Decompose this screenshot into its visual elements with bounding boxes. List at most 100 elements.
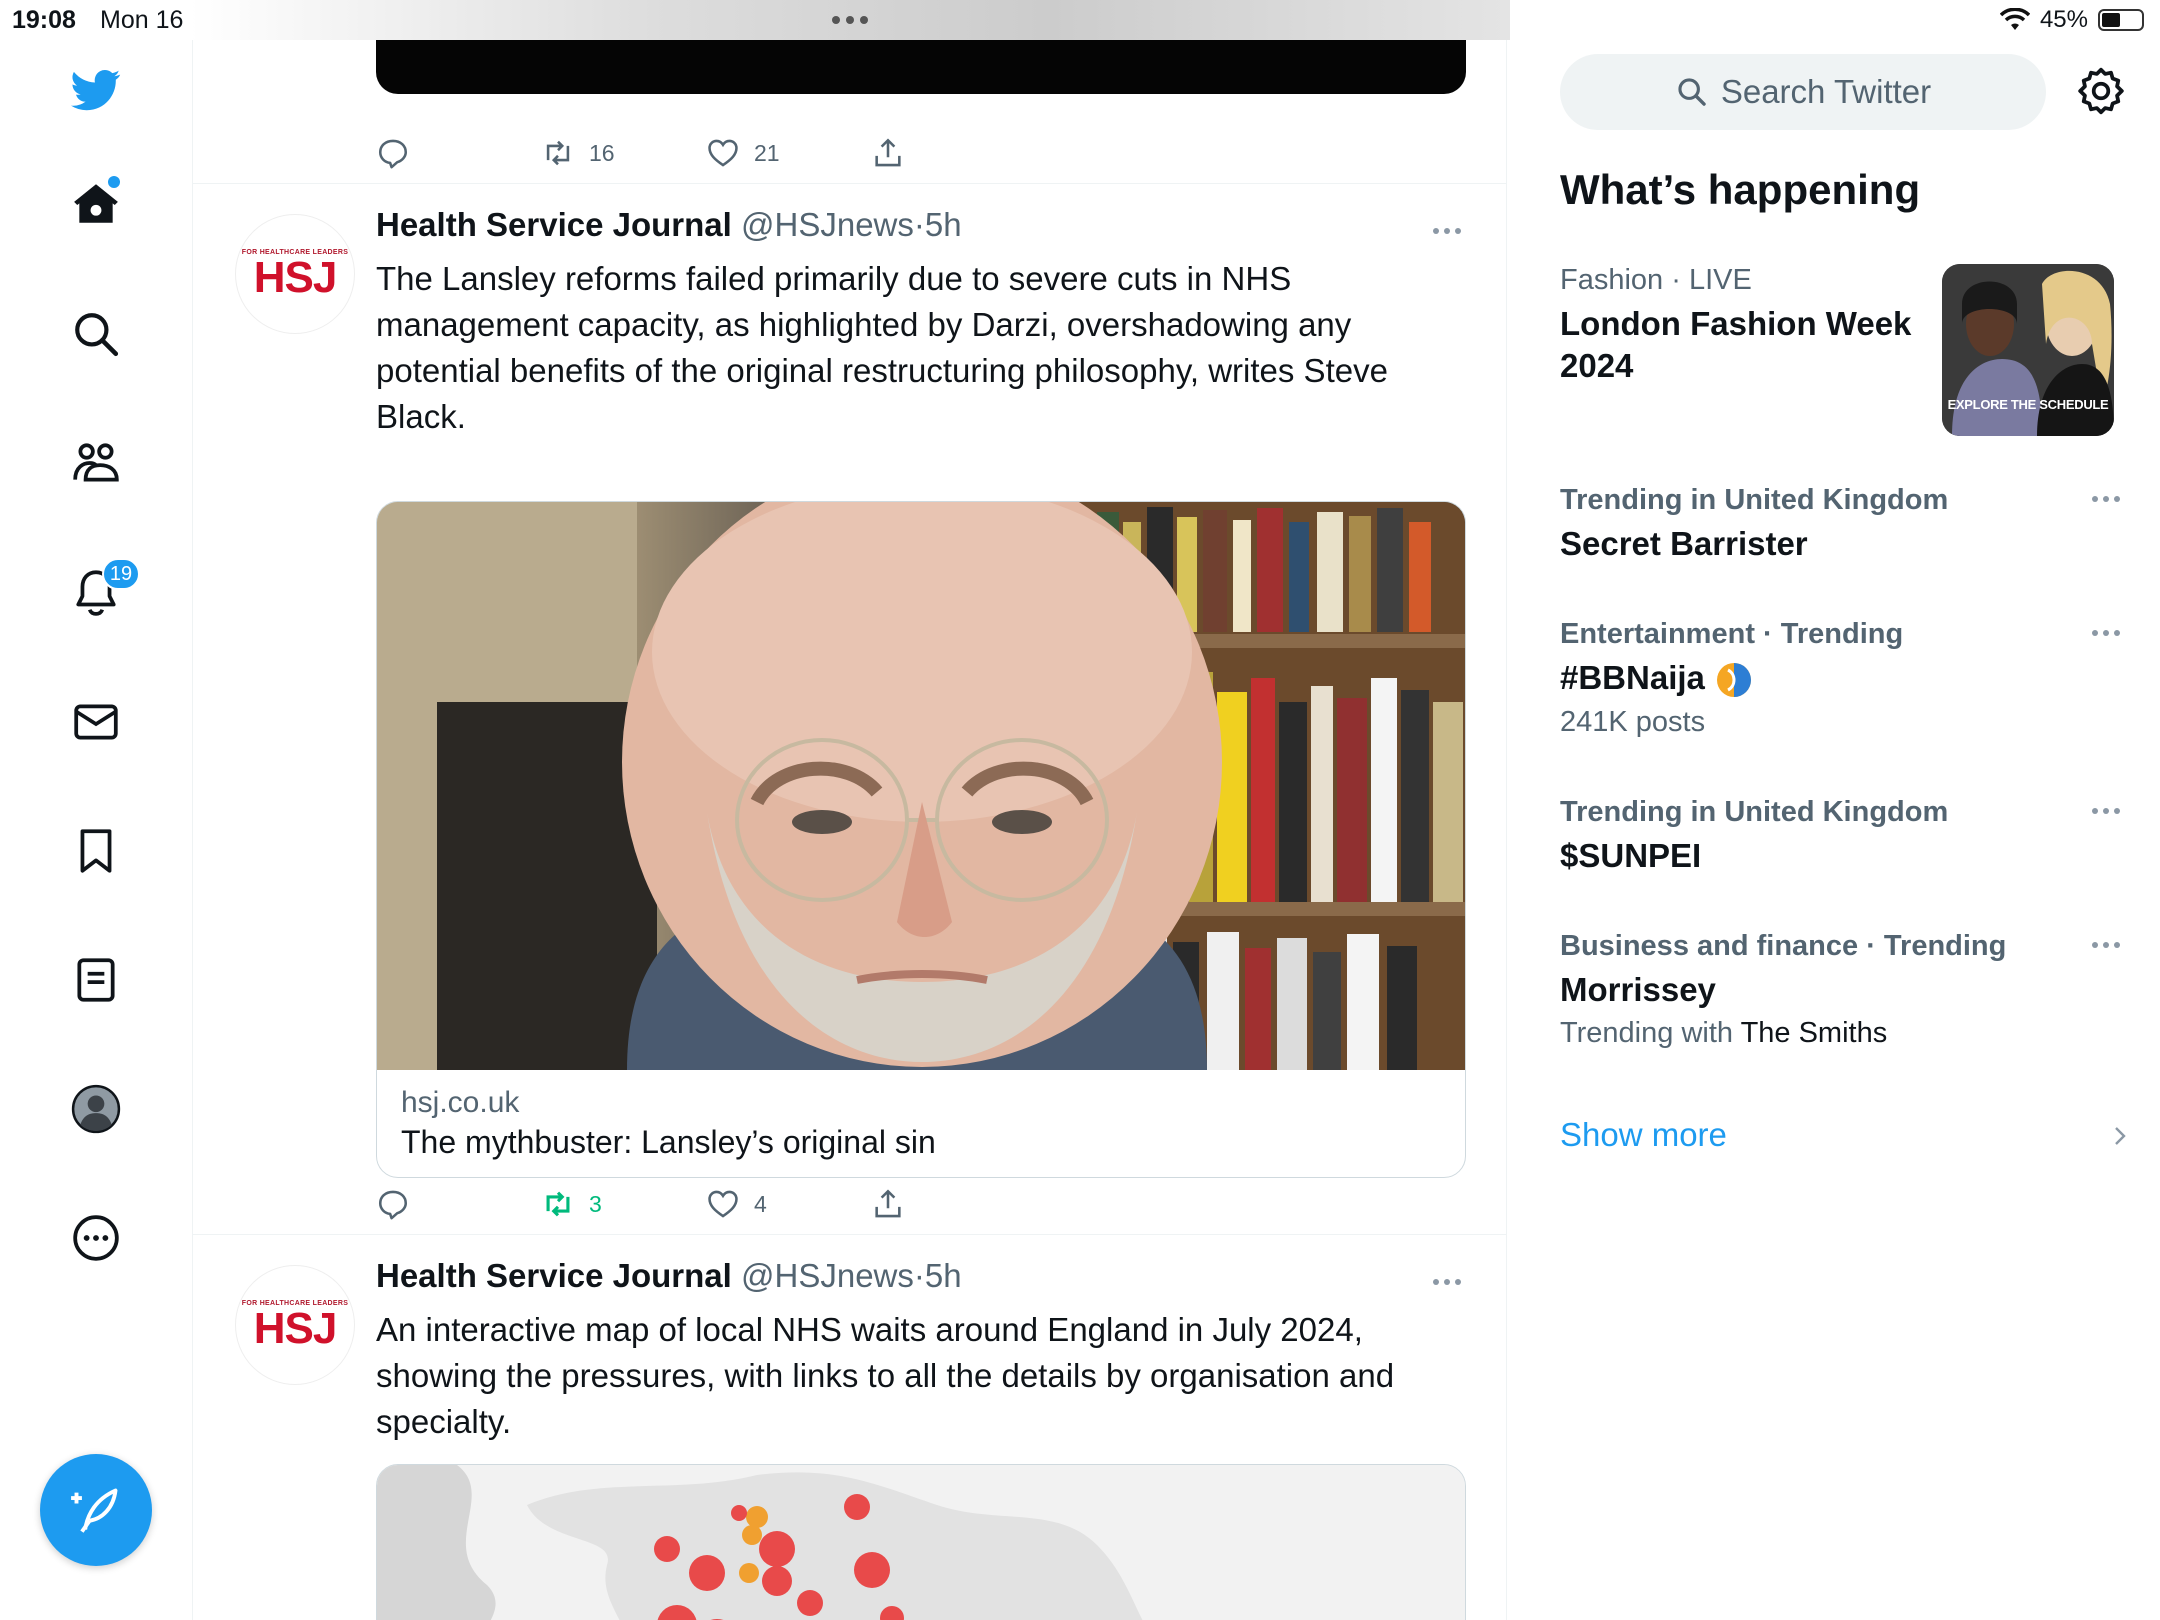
link-card-domain: hsj.co.uk	[401, 1086, 520, 1119]
trend-item[interactable]: Trending in United Kingdom $SUNPEI	[1560, 796, 2120, 877]
trend-name: Secret Barrister	[1560, 525, 1808, 562]
trend-post-count: 241K posts	[1560, 706, 1706, 739]
trend-item[interactable]: Trending in United Kingdom Secret Barris…	[1560, 484, 2120, 565]
bookmark-icon	[80, 829, 112, 873]
trend-more-button[interactable]	[2092, 942, 2120, 948]
author-avatar[interactable]: FOR HEALTHCARE LEADERS HSJ	[235, 1265, 355, 1385]
tweet-time[interactable]: 5h	[925, 206, 962, 243]
like-count: 21	[754, 139, 780, 166]
reply-button[interactable]	[376, 136, 541, 170]
reply-icon	[378, 1190, 408, 1220]
avatar-logo-text: HSJ	[253, 1303, 338, 1353]
portrait-face	[622, 502, 1222, 1070]
search-placeholder: Search Twitter	[1720, 73, 1932, 110]
retweet-button[interactable]: 3	[541, 1187, 706, 1221]
show-more-link[interactable]: Show more	[1560, 1116, 1727, 1154]
tweet-more-button[interactable]	[1433, 228, 1461, 234]
share-button[interactable]	[871, 136, 1036, 170]
trend-more-button[interactable]	[2092, 808, 2120, 814]
search-input[interactable]: Search Twitter	[1560, 54, 2046, 130]
compose-tweet-button[interactable]	[40, 1454, 152, 1566]
search-icon	[75, 313, 119, 357]
communities-icon	[73, 443, 119, 482]
nav-lists[interactable]	[66, 950, 126, 1010]
nav-more[interactable]	[66, 1208, 126, 1268]
reply-icon	[378, 139, 408, 169]
status-time: 19:08	[12, 6, 76, 34]
author-name[interactable]: Health Service Journal	[376, 1257, 732, 1294]
status-bar: 19:08 Mon 16 Sep 45%	[0, 0, 2160, 40]
twitter-logo-icon[interactable]	[66, 60, 126, 120]
trend-more-button[interactable]	[2092, 630, 2120, 636]
nav-explore[interactable]	[66, 304, 126, 364]
settings-gear-icon[interactable]	[2076, 66, 2126, 116]
side-navigation: 19	[0, 40, 193, 1620]
trend-name: $SUNPEI	[1560, 837, 1702, 874]
like-button[interactable]: 21	[706, 136, 871, 170]
home-unread-dot	[108, 176, 120, 188]
link-card-image	[377, 502, 1465, 1070]
more-circle-icon	[73, 1215, 119, 1261]
retweet-button[interactable]: 16	[541, 136, 706, 170]
trend-context-link[interactable]: The Smiths	[1741, 1017, 1888, 1049]
nav-bookmarks[interactable]	[66, 821, 126, 881]
tweet-header: Health Service Journal @HSJnews·5h	[376, 206, 962, 244]
separator-dot: ·	[913, 206, 925, 243]
previous-tweet-media[interactable]	[376, 40, 1466, 94]
envelope-icon	[74, 704, 118, 740]
chevron-right-icon	[2115, 1127, 2126, 1145]
separator-dot: ·	[913, 1257, 925, 1294]
author-name[interactable]: Health Service Journal	[376, 206, 732, 243]
trend-more-button[interactable]	[2092, 496, 2120, 502]
fashion-week-thumbnail[interactable]: EXPLORE THE SCHEDULE	[1942, 264, 2114, 436]
retweet-count: 3	[589, 1190, 602, 1217]
reply-button[interactable]	[376, 1187, 541, 1221]
fashion-thumbnail-caption: EXPLORE THE SCHEDULE	[1947, 397, 2109, 412]
link-card[interactable]: hsj.co.uk The mythbuster: Lansley’s orig…	[376, 501, 1466, 1178]
list-icon	[77, 958, 115, 1002]
heart-icon	[708, 1190, 738, 1218]
author-handle[interactable]: @HSJnews	[741, 1257, 914, 1294]
nav-profile[interactable]	[66, 1079, 126, 1139]
trend-category-label: Fashion	[1560, 264, 1664, 296]
nav-messages[interactable]	[66, 692, 126, 752]
battery-percent: 45%	[2039, 6, 2088, 33]
trend-category: Business and finance · Trending	[1560, 930, 2007, 962]
status-indicators: 45%	[1999, 6, 2144, 34]
share-button[interactable]	[871, 1187, 1036, 1221]
trend-category: Trending in United Kingdom	[1560, 484, 1949, 516]
battery-icon	[2098, 9, 2144, 31]
trend-name-row: #BBNaija	[1560, 657, 2120, 700]
trend-name: London Fashion Week 2024	[1560, 305, 1912, 384]
tweet-divider	[193, 183, 1506, 184]
like-button[interactable]: 4	[706, 1187, 871, 1221]
trend-item[interactable]: Entertainment · Trending #BBNaija 241K p…	[1560, 618, 2120, 739]
nav-home[interactable]	[66, 174, 126, 234]
author-avatar[interactable]: FOR HEALTHCARE LEADERS HSJ	[235, 214, 355, 334]
link-card-title: The mythbuster: Lansley’s original sin	[401, 1124, 936, 1160]
nav-communities[interactable]	[66, 433, 126, 493]
timeline: 16 21 FOR HEALTHCARE LEADERS HSJ Health …	[193, 40, 1507, 1620]
heart-icon	[708, 139, 738, 167]
tweet-more-button[interactable]	[1433, 1279, 1461, 1285]
trend-item[interactable]: Business and finance · Trending Morrisse…	[1560, 930, 2120, 1050]
like-count: 4	[754, 1190, 767, 1217]
separator-dot: ·	[1671, 264, 1681, 296]
trend-context: Trending with The Smiths	[1560, 1017, 2120, 1050]
nav-notifications[interactable]: 19	[66, 558, 140, 622]
search-icon	[1678, 78, 1706, 106]
profile-avatar-icon	[71, 1084, 121, 1134]
author-handle[interactable]: @HSJnews	[741, 206, 914, 243]
trend-item[interactable]: Fashion · LIVE London Fashion Week 2024	[1560, 264, 1940, 387]
map-image[interactable]	[376, 1464, 1466, 1620]
whats-happening-title: What’s happening	[1560, 166, 1921, 213]
trend-name: Morrissey	[1560, 971, 1716, 1008]
multitasking-handle[interactable]	[190, 0, 1510, 40]
tweet-time[interactable]: 5h	[925, 1257, 962, 1294]
compose-feather-icon	[71, 1488, 118, 1533]
tweet-text: The Lansley reforms failed primarily due…	[376, 260, 1388, 435]
previous-tweet-actions: 16 21	[376, 133, 1036, 173]
trend-name: #BBNaija	[1560, 659, 1705, 696]
hashflag-icon	[1717, 663, 1752, 698]
tweet-actions: 3 4	[376, 1184, 1036, 1224]
